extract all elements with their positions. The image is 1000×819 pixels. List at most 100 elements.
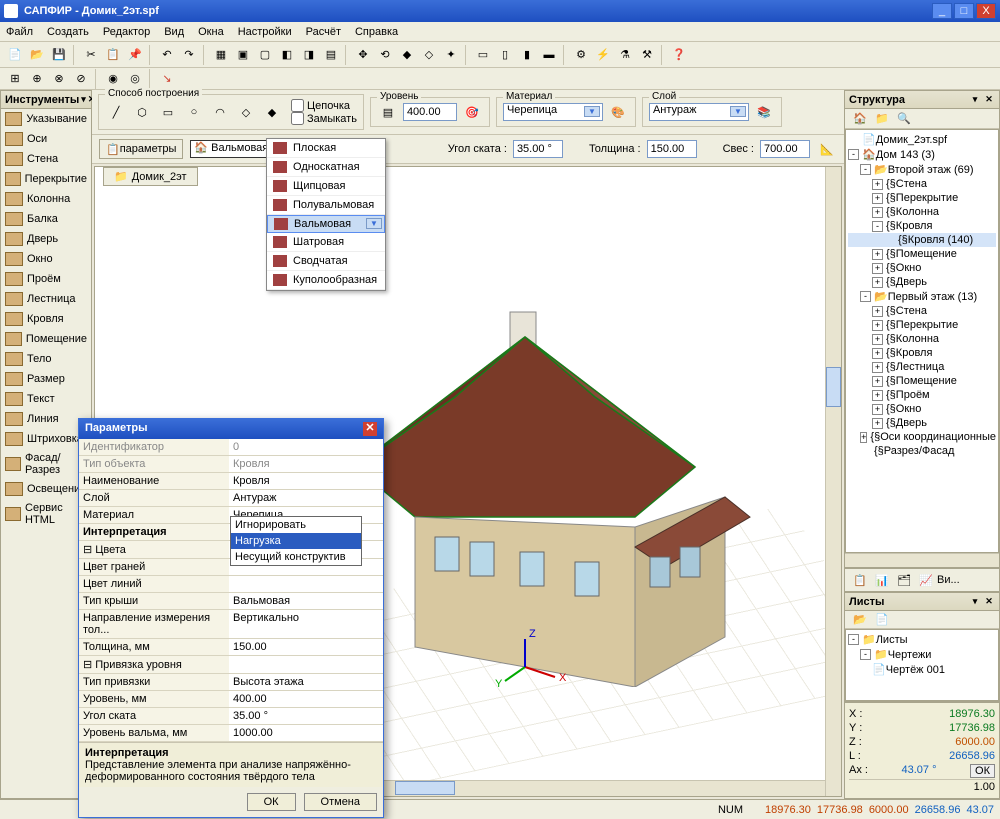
tree-Кровля[interactable]: +{§ Кровля bbox=[848, 346, 996, 360]
roof-opt-Вальмовая[interactable]: Вальмовая bbox=[267, 215, 385, 233]
param-row-Тип объекта[interactable]: Тип объектаКровля bbox=[79, 456, 383, 473]
tb-rot[interactable]: ⟲ bbox=[375, 45, 395, 65]
tree-Окно[interactable]: +{§ Окно bbox=[848, 261, 996, 275]
param-row-Уровень, мм[interactable]: Уровень, мм400.00 bbox=[79, 691, 383, 708]
viewport-scroll-v[interactable] bbox=[825, 167, 841, 796]
tb-c2[interactable]: ⚡ bbox=[593, 45, 613, 65]
interp-opt-struct[interactable]: Несущий конструктив bbox=[231, 549, 361, 565]
roof-opt-Сводчатая[interactable]: Сводчатая bbox=[267, 252, 385, 271]
str-t2[interactable]: 📁 bbox=[872, 109, 892, 129]
dialog-ok-button[interactable]: ОК bbox=[247, 793, 296, 811]
tb-undo[interactable]: ↶ bbox=[157, 45, 177, 65]
tool-помещение[interactable]: Помещение bbox=[1, 329, 91, 349]
layer-btn[interactable]: 📚 bbox=[754, 102, 774, 122]
tool-указывание[interactable]: Указывание bbox=[1, 109, 91, 129]
param-row-Слой[interactable]: СлойАнтураж bbox=[79, 490, 383, 507]
tb-i1[interactable]: ▦ bbox=[211, 45, 231, 65]
roof-opt-Щипцовая[interactable]: Щипцовая bbox=[267, 177, 385, 196]
tb-cut[interactable]: ✂ bbox=[81, 45, 101, 65]
snap-7[interactable]: ↘ bbox=[157, 69, 177, 89]
tree-Кровля[interactable]: -{§ Кровля bbox=[848, 219, 996, 233]
chain-checkbox[interactable] bbox=[291, 99, 304, 112]
method-sp2[interactable]: ◆ bbox=[262, 102, 282, 122]
pin-icon[interactable]: ▾ bbox=[81, 94, 86, 106]
tb-w4[interactable]: ▬ bbox=[539, 45, 559, 65]
tb-e2[interactable]: ◇ bbox=[419, 45, 439, 65]
tree-Дверь[interactable]: +{§ Дверь bbox=[848, 275, 996, 289]
method-rect[interactable]: ▭ bbox=[158, 102, 178, 122]
tree-Дверь[interactable]: +{§ Дверь bbox=[848, 416, 996, 430]
roof-type-dropdown[interactable]: ПлоскаяОдноскатнаяЩипцоваяПолувальмоваяВ… bbox=[266, 138, 386, 291]
layer-select[interactable]: Антураж bbox=[649, 103, 749, 121]
tb-save[interactable]: 💾 bbox=[49, 45, 69, 65]
tb-redo[interactable]: ↷ bbox=[179, 45, 199, 65]
tb-i4[interactable]: ◧ bbox=[277, 45, 297, 65]
snap-2[interactable]: ⊕ bbox=[27, 69, 47, 89]
tb-paste[interactable]: 📌 bbox=[125, 45, 145, 65]
interp-opt-load[interactable]: Нагрузка bbox=[231, 533, 361, 549]
level-input[interactable] bbox=[403, 103, 457, 121]
structure-scroll[interactable] bbox=[845, 553, 999, 567]
sh-t2[interactable]: 📄 bbox=[872, 610, 892, 630]
dialog-cancel-button[interactable]: Отмена bbox=[304, 793, 377, 811]
tb-move[interactable]: ✥ bbox=[353, 45, 373, 65]
tool-кровля[interactable]: Кровля bbox=[1, 309, 91, 329]
slope-input[interactable] bbox=[513, 140, 563, 158]
tree-Колонна[interactable]: +{§ Колонна bbox=[848, 205, 996, 219]
tool-тело[interactable]: Тело bbox=[1, 349, 91, 369]
tb-open[interactable]: 📂 bbox=[27, 45, 47, 65]
method-sp1[interactable]: ◇ bbox=[236, 102, 256, 122]
param-row-Тип крыши[interactable]: Тип крышиВальмовая bbox=[79, 593, 383, 610]
tree-Домик_2эт.spf[interactable]: 📄 Домик_2эт.spf bbox=[848, 132, 996, 147]
snap-4[interactable]: ⊘ bbox=[71, 69, 91, 89]
str-close[interactable]: ✕ bbox=[983, 94, 995, 106]
sheets-tree[interactable]: -📁 Листы -📁 Чертежи 📄 Чертёж 001 bbox=[845, 629, 999, 701]
tab-1[interactable]: 📋 bbox=[850, 570, 870, 590]
tb-h1[interactable]: ❓ bbox=[669, 45, 689, 65]
tree-Перекрытие[interactable]: +{§ Перекрытие bbox=[848, 191, 996, 205]
tb-e3[interactable]: ✦ bbox=[441, 45, 461, 65]
maximize-button[interactable]: □ bbox=[954, 3, 974, 19]
menu-settings[interactable]: Настройки bbox=[238, 26, 292, 38]
param-row-Идентификатор[interactable]: Идентификатор0 bbox=[79, 439, 383, 456]
tb-new[interactable]: 📄 bbox=[5, 45, 25, 65]
tab-4[interactable]: 📈 bbox=[916, 570, 936, 590]
param-row-Цвет линий[interactable]: Цвет линий bbox=[79, 576, 383, 593]
viewport-tab[interactable]: 📁 Домик_2эт bbox=[103, 167, 198, 186]
tool-перекрытие[interactable]: Перекрытие bbox=[1, 169, 91, 189]
sh-pin[interactable]: ▾ bbox=[969, 596, 981, 608]
tree-Помещение[interactable]: +{§ Помещение bbox=[848, 374, 996, 388]
roof-opt-Плоская[interactable]: Плоская bbox=[267, 139, 385, 158]
tree-Стена[interactable]: +{§ Стена bbox=[848, 304, 996, 318]
tree-Первый этаж (13)[interactable]: -📂 Первый этаж (13) bbox=[848, 289, 996, 304]
tb-copy[interactable]: 📋 bbox=[103, 45, 123, 65]
tool-лестница[interactable]: Лестница bbox=[1, 289, 91, 309]
tree-Помещение[interactable]: +{§ Помещение bbox=[848, 247, 996, 261]
method-poly[interactable]: ⬡ bbox=[132, 102, 152, 122]
param-row-Наименование[interactable]: НаименованиеКровля bbox=[79, 473, 383, 490]
tree-Стена[interactable]: +{§ Стена bbox=[848, 177, 996, 191]
param-row-Угол ската[interactable]: Угол ската35.00 ° bbox=[79, 708, 383, 725]
level-icon[interactable]: ▤ bbox=[378, 102, 398, 122]
tool-текст[interactable]: Текст bbox=[1, 389, 91, 409]
menu-calc[interactable]: Расчёт bbox=[306, 26, 341, 38]
material-select[interactable]: Черепица bbox=[503, 103, 603, 121]
view-tab[interactable]: Ви... bbox=[937, 574, 960, 586]
coord-ok-button[interactable]: ОК bbox=[970, 764, 995, 778]
param-row-Толщина, мм[interactable]: Толщина, мм150.00 bbox=[79, 639, 383, 656]
tree-Кровля (140)[interactable]: {§ Кровля (140) bbox=[848, 233, 996, 247]
menu-help[interactable]: Справка bbox=[355, 26, 398, 38]
tool-стена[interactable]: Стена bbox=[1, 149, 91, 169]
tree-Лестница[interactable]: +{§ Лестница bbox=[848, 360, 996, 374]
minimize-button[interactable]: _ bbox=[932, 3, 952, 19]
sh-close[interactable]: ✕ bbox=[983, 596, 995, 608]
overhang-input[interactable] bbox=[760, 140, 810, 158]
tool-колонна[interactable]: Колонна bbox=[1, 189, 91, 209]
roof-opt-Односкатная[interactable]: Односкатная bbox=[267, 158, 385, 177]
tool-окно[interactable]: Окно bbox=[1, 249, 91, 269]
interpretation-dropdown[interactable]: Игнорировать Нагрузка Несущий конструкти… bbox=[230, 516, 362, 566]
tool-проём[interactable]: Проём bbox=[1, 269, 91, 289]
tab-3[interactable]: 🗂 bbox=[894, 570, 914, 590]
tool-дверь[interactable]: Дверь bbox=[1, 229, 91, 249]
tb-i2[interactable]: ▣ bbox=[233, 45, 253, 65]
